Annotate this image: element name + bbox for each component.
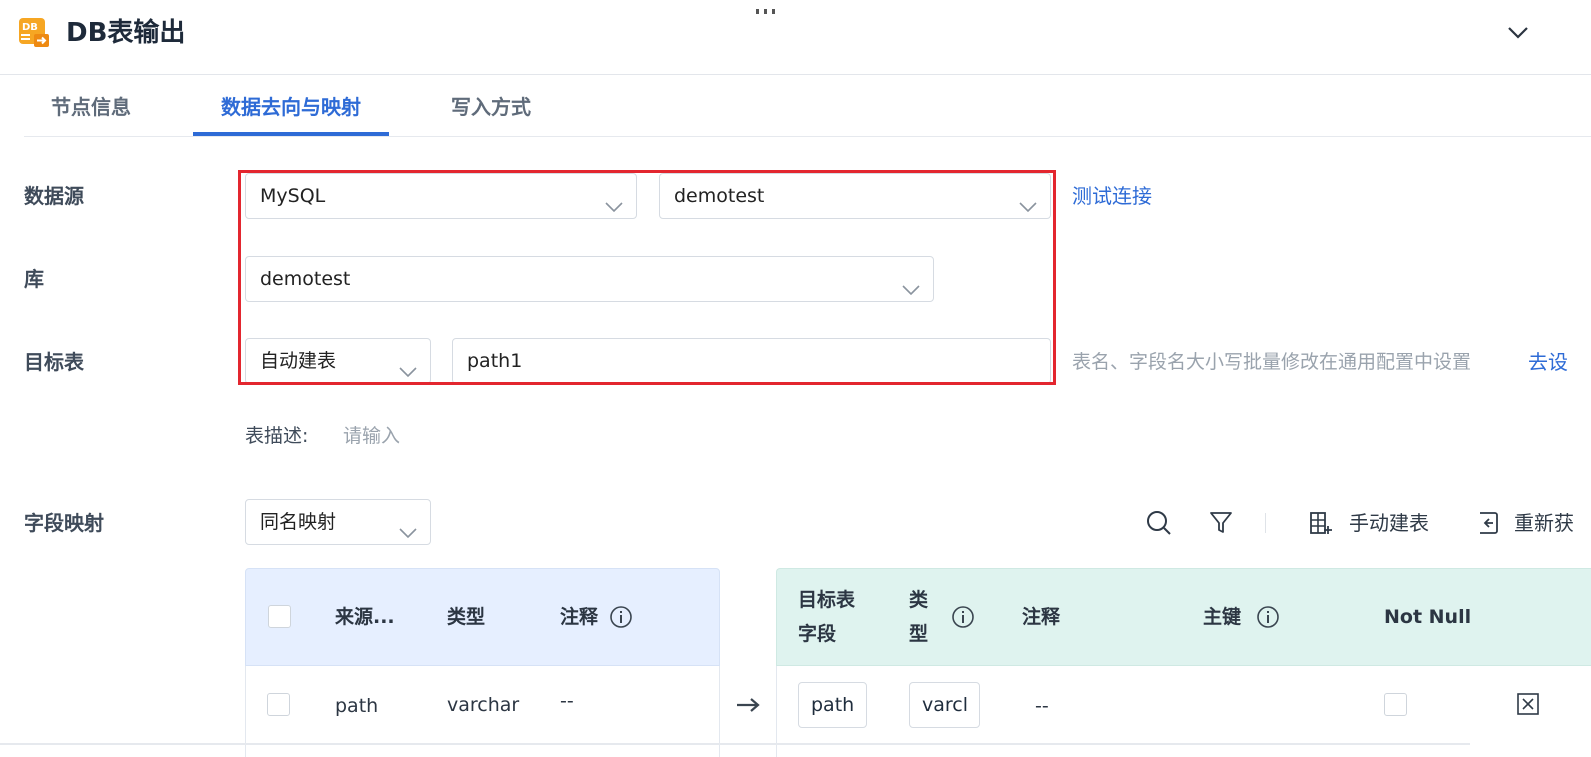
target-mode-select[interactable]: 自动建表: [245, 338, 431, 384]
svg-text:DB: DB: [22, 22, 38, 33]
table-description-label: 表描述:: [245, 425, 309, 447]
filter-icon[interactable]: [1208, 510, 1234, 536]
mapping-mode-value: 同名映射: [260, 511, 337, 533]
info-icon[interactable]: [951, 605, 975, 629]
bottom-scrollbar-track: [0, 743, 1470, 745]
source-type-header: 类型: [447, 606, 486, 628]
datasource-label: 数据源: [24, 184, 84, 208]
search-icon[interactable]: [1146, 510, 1172, 536]
source-select-all-checkbox[interactable]: [268, 605, 291, 628]
target-row-field-input[interactable]: path: [798, 682, 867, 728]
chevron-down-icon: [901, 270, 921, 296]
datasource-connection-select[interactable]: demotest: [659, 173, 1051, 219]
tab-node-info[interactable]: 节点信息: [24, 90, 158, 136]
source-row-comment: --: [560, 690, 574, 712]
toolbar-separator: [1265, 513, 1266, 533]
tab-data-destination-mapping[interactable]: 数据去向与映射: [193, 90, 389, 136]
manual-create-table-icon[interactable]: [1308, 510, 1334, 536]
chevron-down-icon[interactable]: [1505, 22, 1531, 44]
mapping-mode-select[interactable]: 同名映射: [245, 499, 431, 545]
target-primary-key-header: 主键: [1203, 606, 1242, 628]
datasource-type-select[interactable]: MySQL: [245, 173, 637, 219]
chevron-down-icon: [604, 187, 624, 213]
database-value: demotest: [260, 268, 351, 290]
chevron-down-icon: [398, 513, 418, 539]
target-row-not-null-checkbox[interactable]: [1384, 693, 1407, 716]
target-row-comment: --: [1035, 695, 1049, 717]
source-comment-header: 注释: [560, 606, 599, 628]
datasource-type-value: MySQL: [260, 185, 326, 207]
target-comment-header: 注释: [1022, 606, 1061, 628]
delete-row-icon[interactable]: [1516, 692, 1540, 716]
target-row-type-input[interactable]: varcl: [909, 682, 980, 728]
target-table-value: path1: [467, 350, 523, 372]
info-icon[interactable]: [1256, 605, 1280, 629]
target-not-null-header: Not Null: [1384, 606, 1472, 628]
database-select[interactable]: demotest: [245, 256, 934, 302]
datasource-connection-value: demotest: [674, 185, 765, 207]
target-mode-value: 自动建表: [260, 350, 337, 372]
tabs-divider: [24, 136, 1591, 137]
target-table-hint: 表名、字段名大小写批量修改在通用配置中设置: [1072, 351, 1472, 373]
target-type-header-line2: 型: [909, 623, 929, 645]
target-table-input[interactable]: path1: [452, 338, 1051, 384]
refresh-fields-icon[interactable]: [1474, 510, 1500, 536]
source-row-field: path: [335, 695, 379, 717]
manual-create-table-button[interactable]: 手动建表: [1349, 508, 1429, 538]
source-row-type: varchar: [447, 694, 520, 716]
target-type-header-line1: 类: [909, 589, 929, 611]
target-field-header-line2: 字段: [798, 623, 837, 645]
tab-write-mode[interactable]: 写入方式: [424, 90, 558, 136]
db-table-output-icon: DB: [18, 17, 50, 49]
field-mapping-label: 字段映射: [24, 511, 104, 535]
table-description-input[interactable]: 请输入: [343, 421, 400, 451]
arrow-right-icon: [736, 695, 762, 715]
info-icon[interactable]: [609, 605, 633, 629]
go-settings-link[interactable]: 去设: [1528, 347, 1591, 377]
node-title: DB表输出: [66, 18, 186, 48]
target-table-label: 目标表: [24, 350, 84, 374]
target-field-header-line1: 目标表: [798, 589, 856, 611]
source-field-header: 来源...: [335, 606, 395, 628]
chevron-down-icon: [1018, 187, 1038, 213]
source-row-checkbox[interactable]: [267, 693, 290, 716]
chevron-down-icon: [398, 352, 418, 378]
top-edge-mark: [752, 0, 782, 14]
test-connection-link[interactable]: 测试连接: [1072, 181, 1152, 211]
database-label: 库: [24, 267, 44, 291]
header-divider: [0, 74, 1591, 75]
refresh-fields-button[interactable]: 重新获: [1514, 508, 1591, 538]
